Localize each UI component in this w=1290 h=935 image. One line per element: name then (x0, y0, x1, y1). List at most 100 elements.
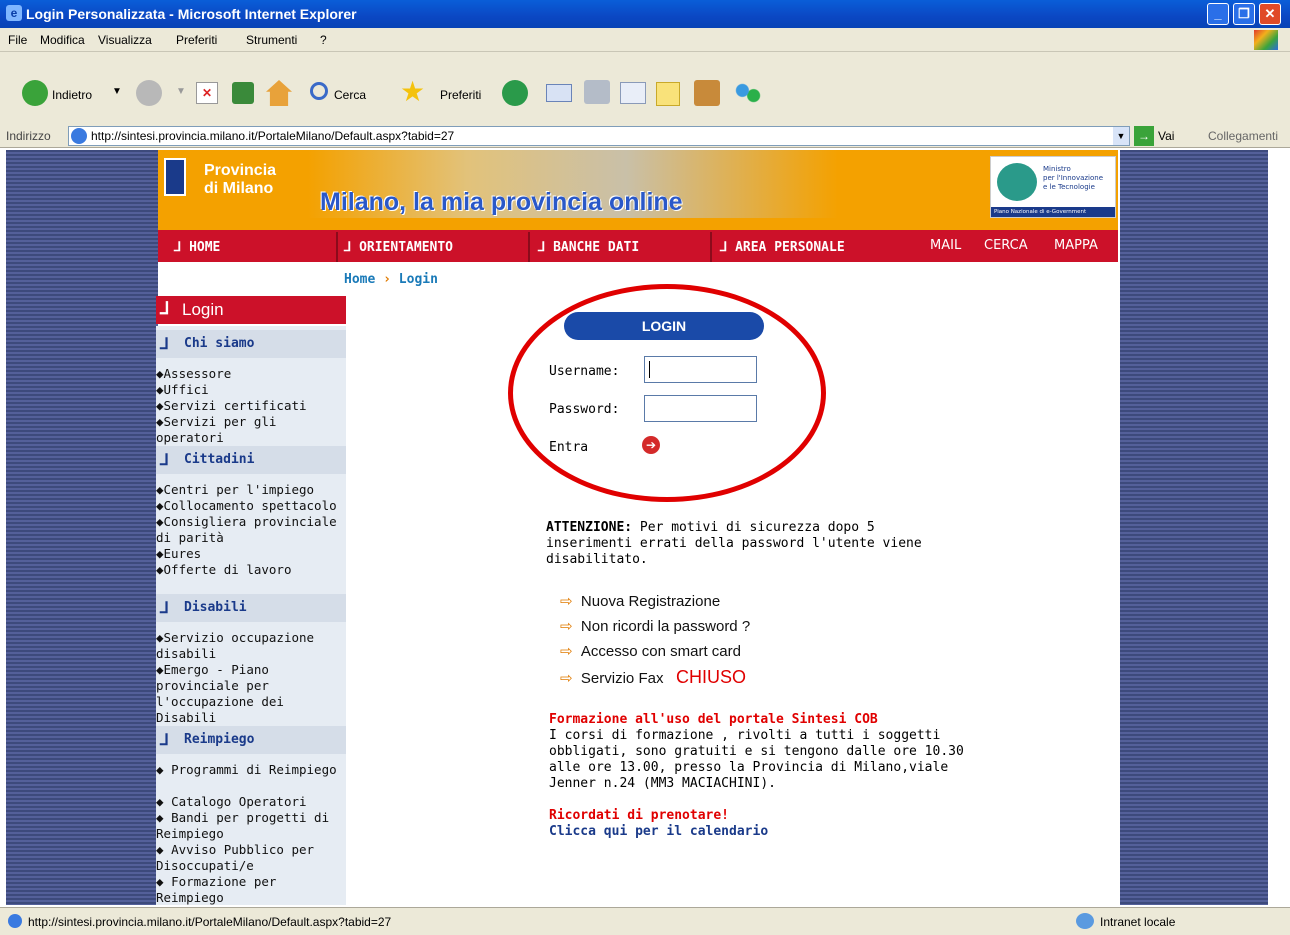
links-label[interactable]: Collegamenti (1208, 129, 1278, 143)
sidebar-link-catalogo[interactable]: ◆ Catalogo Operatori (156, 794, 346, 810)
section-arrow-icon: ⅃ (160, 730, 169, 749)
sidebar-section-chi-siamo[interactable]: ⅃ Chi siamo (156, 330, 346, 358)
sidebar-link-label: Formazione per Reimpiego (156, 874, 277, 905)
sidebar-title-text: Login (182, 300, 224, 319)
print-icon[interactable] (584, 80, 610, 104)
search-icon[interactable] (310, 82, 328, 100)
provincia-logo-icon (164, 158, 186, 196)
site-banner: Provincia di Milano Milano, la mia provi… (158, 150, 1118, 230)
sidebar-link-uffici[interactable]: ◆Uffici (156, 382, 346, 398)
sidebar-link-avviso[interactable]: ◆ Avviso Pubblico per Disoccupati/e (156, 842, 346, 874)
ministry-logo: Ministro per l'Innovazione e le Tecnolog… (990, 156, 1116, 218)
link-servizio-fax[interactable]: ⇨ Servizio Fax CHIUSO (560, 667, 746, 688)
menu-modifica[interactable]: Modifica (40, 33, 85, 47)
menu-preferiti[interactable]: Preferiti (176, 33, 217, 47)
link-smart-card[interactable]: ⇨ Accesso con smart card (560, 642, 741, 660)
forward-arrow-icon[interactable] (136, 80, 162, 106)
sidebar-section-reimpiego[interactable]: ⅃ Reimpiego (156, 726, 346, 754)
refresh-icon[interactable] (232, 82, 254, 104)
sidebar-link-assessore[interactable]: ◆Assessore (156, 366, 346, 382)
favorites-star-icon[interactable]: ★ (400, 78, 425, 106)
nav-mail[interactable]: MAIL (930, 238, 961, 253)
nav-banche-dati[interactable]: ⅃ BANCHE DATI (538, 240, 639, 255)
minimize-button[interactable]: _ (1207, 3, 1229, 25)
research-icon[interactable] (694, 80, 720, 106)
section-label: Disabili (184, 600, 247, 615)
breadcrumb-home[interactable]: Home (344, 272, 375, 287)
sidebar-link-centri-impiego[interactable]: ◆Centri per l'impiego (156, 482, 346, 498)
link-password[interactable]: ⇨ Non ricordi la password ? (560, 617, 750, 635)
sidebar-link-consigliera[interactable]: ◆Consigliera provinciale di parità (156, 514, 346, 546)
sidebar-link-eures[interactable]: ◆Eures (156, 546, 346, 562)
history-icon[interactable] (502, 80, 528, 106)
fax-status: CHIUSO (675, 667, 746, 687)
sidebar-section-cittadini[interactable]: ⅃ Cittadini (156, 446, 346, 474)
status-zone: Intranet locale (1100, 915, 1176, 929)
edit-icon[interactable] (620, 82, 646, 104)
back-button-label[interactable]: Indietro (52, 88, 92, 102)
nav-home-label: HOME (189, 240, 221, 255)
calendar-link[interactable]: Clicca qui per il calendario (549, 824, 964, 840)
section-label: Chi siamo (184, 336, 255, 351)
go-button[interactable]: Vai (1158, 129, 1174, 143)
forward-dropdown-icon[interactable]: ▼ (176, 86, 186, 97)
address-url: http://sintesi.provincia.milano.it/Porta… (91, 129, 455, 143)
menu-bar: File Modifica Visualizza Preferiti Strum… (0, 28, 1290, 52)
sidebar-link-label: Avviso Pubblico per Disoccupati/e (156, 842, 315, 873)
mail-icon[interactable] (546, 84, 572, 102)
address-input[interactable]: http://sintesi.provincia.milano.it/Porta… (68, 126, 1130, 146)
discuss-icon[interactable] (656, 82, 680, 106)
nav-home[interactable]: ⅃ HOME (174, 240, 220, 255)
nav-mappa[interactable]: MAPPA (1054, 238, 1098, 253)
maximize-button[interactable]: ❐ (1233, 3, 1255, 25)
status-bar: http://sintesi.provincia.milano.it/Porta… (0, 907, 1290, 935)
sidebar-link-offerte[interactable]: ◆Offerte di lavoro (156, 562, 346, 578)
menu-file[interactable]: File (8, 33, 27, 47)
nav-separator (336, 232, 338, 262)
menu-strumenti[interactable]: Strumenti (246, 33, 297, 47)
sidebar-link-bandi[interactable]: ◆ Bandi per progetti di Reimpiego (156, 810, 346, 842)
nav-area-personale[interactable]: ⅃ AREA PERSONALE (720, 240, 845, 255)
breadcrumb-current: Login (398, 272, 438, 287)
address-dropdown-icon[interactable]: ▼ (1113, 127, 1129, 145)
sidebar-link-servizio-disabili[interactable]: ◆Servizio occupazione disabili (156, 630, 346, 662)
close-button[interactable]: ✕ (1259, 3, 1281, 25)
intranet-globe-icon (1076, 913, 1094, 929)
sidebar-link-label: Consigliera provinciale di parità (156, 514, 337, 545)
favorites-label[interactable]: Preferiti (440, 88, 481, 102)
toolbar: Indietro ▼ ▼ ✕ Cerca ★ Preferiti (0, 52, 1290, 126)
back-arrow-icon[interactable] (22, 80, 48, 106)
sidebar-link-servizi-certificati[interactable]: ◆Servizi certificati (156, 398, 346, 414)
sidebar-link-servizi-operatori[interactable]: ◆Servizi per gli operatori (156, 414, 346, 446)
search-label[interactable]: Cerca (334, 88, 366, 102)
sidebar-link-label: Servizi per gli operatori (156, 414, 277, 445)
sidebar-title: ⅃ Login (156, 296, 346, 324)
section-arrow-icon: ⅃ (160, 334, 169, 353)
sidebar-link-collocamento[interactable]: ◆Collocamento spettacolo (156, 498, 346, 514)
logo-line1: Provincia (204, 162, 277, 179)
sidebar-link-formazione[interactable]: ◆ Formazione per Reimpiego (156, 874, 346, 905)
security-notice: ATTENZIONE: Per motivi di sicurezza dopo… (546, 520, 922, 568)
section-arrow-icon: ⅃ (160, 598, 169, 617)
sidebar-link-emergo[interactable]: ◆Emergo - Piano provinciale per l'occupa… (156, 662, 346, 726)
go-arrow-icon[interactable]: → (1134, 126, 1154, 146)
notice-text-2: inserimenti errati della password l'uten… (546, 536, 922, 551)
back-dropdown-icon[interactable]: ▼ (112, 86, 122, 97)
menu-visualizza[interactable]: Visualizza (98, 33, 152, 47)
section-arrow-icon: ⅃ (160, 450, 169, 469)
section-label: Cittadini (184, 452, 255, 467)
nav-cerca[interactable]: CERCA (984, 238, 1028, 253)
sidebar-section-disabili[interactable]: ⅃ Disabili (156, 594, 346, 622)
sidebar-link-programmi[interactable]: ◆ Programmi di Reimpiego (156, 762, 346, 778)
messenger-icon[interactable] (734, 80, 762, 106)
nav-orientamento[interactable]: ⅃ ORIENTAMENTO (344, 240, 453, 255)
link-nuova-registrazione[interactable]: ⇨ Nuova Registrazione (560, 592, 720, 610)
window-titlebar[interactable]: e Login Personalizzata - Microsoft Inter… (0, 0, 1290, 28)
menu-help[interactable]: ? (320, 33, 327, 47)
breadcrumb-separator: › (383, 272, 391, 287)
left-background-stripes (6, 150, 158, 905)
link-label: Servizio Fax (580, 670, 664, 687)
stop-icon[interactable]: ✕ (196, 82, 218, 104)
link-label: Accesso con smart card (580, 643, 741, 660)
home-icon[interactable] (266, 80, 292, 106)
